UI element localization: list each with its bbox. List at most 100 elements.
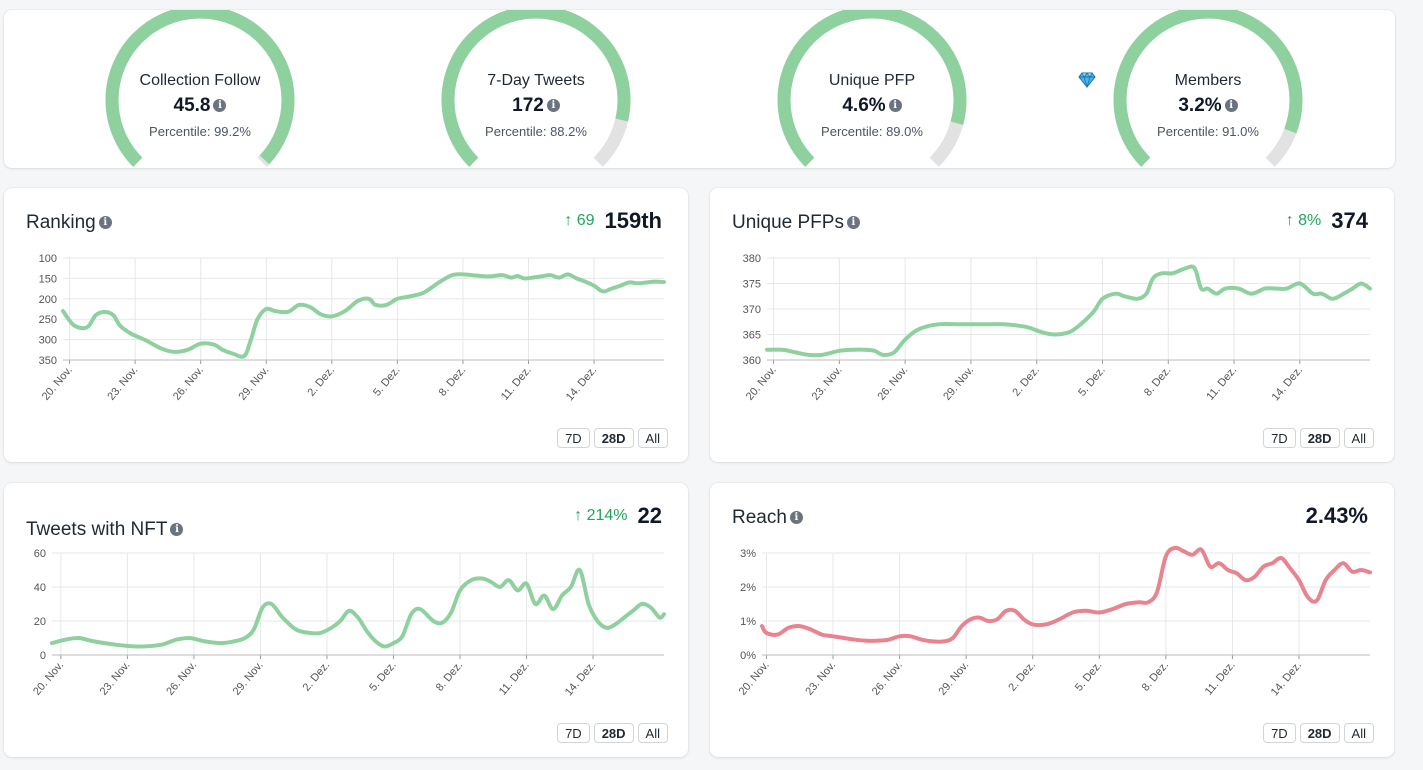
x-tick-label: 14. Dez. [564, 364, 600, 403]
x-tick-label: 14. Dez. [1270, 364, 1306, 403]
x-tick-label: 5. Dez. [1076, 364, 1108, 398]
gauge-percentile: Percentile: 99.2% [149, 124, 251, 139]
x-tick-label: 11. Dez. [1203, 659, 1238, 697]
gauge-members: Members 3.2% i Percentile: 91.0% [1078, 10, 1338, 168]
gauge-value: 45.8 [173, 95, 211, 116]
y-tick-label: 40 [34, 582, 46, 594]
y-tick-label: 150 [39, 273, 57, 285]
x-tick-label: 20. Nov. [40, 364, 75, 402]
info-icon[interactable]: i [546, 99, 560, 113]
y-tick-label: 100 [39, 253, 57, 265]
range-7d-button[interactable]: 7D [557, 723, 590, 743]
gauge-title: 7-Day Tweets [487, 72, 585, 89]
x-tick-label: 5. Dez. [367, 659, 399, 693]
range-28d-button[interactable]: 28D [593, 428, 634, 448]
range-all-button[interactable]: All [1343, 723, 1374, 743]
gauge-title: Members [1078, 72, 1338, 90]
range-selector: 7D 28D All [557, 723, 668, 743]
x-tick-label: 8. Dez. [437, 364, 469, 398]
x-tick-label: 29. Nov. [936, 659, 971, 697]
gauge-unique-pfp: Unique PFP 4.6% i Percentile: 89.0% [742, 10, 1002, 168]
info-icon[interactable]: i [213, 99, 227, 113]
range-28d-button[interactable]: 28D [1299, 428, 1340, 448]
reach-plot: 0% 1% 2% 3% 20. Nov. 23. Nov. 26. Nov. 29. Nov.… [737, 545, 1372, 698]
x-tick-label: 29. Nov. [231, 659, 266, 697]
gauge-percentile: Percentile: 88.2% [485, 124, 587, 139]
x-tick-label: 11. Dez. [499, 364, 534, 402]
gem-icon [1078, 72, 1096, 88]
x-tick-label: 26. Nov. [870, 659, 905, 697]
gauge-7-day-tweets: 7-Day Tweets 172 i Percentile: 88.2% [406, 10, 666, 168]
x-tick-label: 14. Dez. [1269, 659, 1305, 698]
gauge-percentile: Percentile: 89.0% [821, 124, 923, 139]
range-7d-button[interactable]: 7D [1263, 723, 1296, 743]
y-tick-label: 2% [740, 582, 756, 594]
series-line [61, 272, 666, 359]
gauge-summary-card: Collection Follow 45.8 i Percentile: 99.2… [4, 10, 1395, 168]
range-selector: 7D 28D All [1263, 723, 1374, 743]
range-7d-button[interactable]: 7D [1263, 428, 1296, 448]
unique-pfps-plot: 360 365 370 375 380 20. Nov. 23. Nov. 26. Nov. 2… [743, 253, 1372, 403]
x-tick-label: 14. Dez. [563, 659, 599, 698]
x-tick-label: 29. Nov. [237, 364, 272, 402]
y-tick-label: 375 [743, 279, 761, 291]
reach-chart-card: Reach i 2.43% 0% 1% 2% 3% 20. Nov. 23. Nov. 26.… [710, 483, 1394, 757]
y-tick-label: 0 [40, 650, 46, 662]
tweets-plot: 0 20 40 60 20. Nov. 23. Nov. 26. Nov. 29. Nov. 2… [31, 548, 666, 698]
gauge-collection-follow: Collection Follow 45.8 i Percentile: 99.2… [70, 10, 330, 168]
y-tick-label: 0% [740, 650, 756, 662]
x-tick-label: 26. Nov. [171, 364, 206, 402]
x-tick-label: 5. Dez. [1073, 659, 1105, 693]
y-tick-label: 250 [39, 314, 57, 326]
range-28d-button[interactable]: 28D [1299, 723, 1340, 743]
gauge-value: 3.2% [1178, 95, 1222, 116]
x-tick-label: 23. Nov. [810, 364, 845, 402]
y-tick-label: 350 [39, 355, 57, 367]
x-tick-label: 20. Nov. [744, 364, 779, 402]
ranking-chart-card: Ranking i ↑ 69 159th 100 150 200 250 300 350 20.… [4, 188, 688, 462]
x-tick-label: 20. Nov. [737, 659, 772, 697]
x-tick-label: 11. Dez. [1204, 364, 1239, 402]
y-tick-label: 360 [743, 355, 761, 367]
info-icon[interactable]: i [888, 99, 902, 113]
range-all-button[interactable]: All [637, 428, 668, 448]
x-tick-label: 26. Nov. [164, 659, 199, 697]
y-tick-label: 20 [34, 616, 46, 628]
range-all-button[interactable]: All [637, 723, 668, 743]
gauge-percentile: Percentile: 91.0% [1157, 124, 1259, 139]
gauge-title: Collection Follow [139, 72, 261, 89]
x-tick-label: 11. Dez. [497, 659, 532, 697]
range-7d-button[interactable]: 7D [557, 428, 590, 448]
range-selector: 7D 28D All [557, 428, 668, 448]
x-tick-label: 2. Dez. [1010, 364, 1042, 398]
gauge-value: 172 [512, 95, 544, 116]
x-tick-label: 20. Nov. [31, 659, 66, 697]
y-tick-label: 60 [34, 548, 46, 560]
series-line [760, 545, 1372, 644]
x-tick-label: 8. Dez. [1140, 659, 1172, 693]
x-tick-label: 2. Dez. [301, 659, 333, 693]
series-line [765, 264, 1372, 358]
x-tick-label: 23. Nov. [105, 364, 140, 402]
x-tick-label: 5. Dez. [371, 364, 403, 398]
gauge-value: 4.6% [842, 95, 886, 116]
x-tick-label: 29. Nov. [941, 364, 976, 402]
y-tick-label: 365 [743, 330, 761, 342]
x-tick-label: 8. Dez. [434, 659, 466, 693]
y-tick-label: 200 [39, 294, 57, 306]
y-tick-label: 300 [39, 335, 57, 347]
ranking-plot: 100 150 200 250 300 35020. Nov. 23. Nov. 26. No… [39, 253, 666, 403]
y-tick-label: 3% [740, 548, 756, 560]
x-tick-label: 2. Dez. [1006, 659, 1038, 693]
y-tick-label: 1% [740, 616, 756, 628]
unique-pfps-chart-card: Unique PFPs i ↑ 8% 374 360 365 370 375 380 20. … [710, 188, 1394, 462]
range-all-button[interactable]: All [1343, 428, 1374, 448]
x-tick-label: 26. Nov. [875, 364, 910, 402]
series-line [50, 567, 666, 649]
tweets-chart-card: Tweets with NFT i ↑ 214% 22 0 20 40 60 20. Nov… [4, 483, 688, 757]
x-tick-label: 8. Dez. [1142, 364, 1174, 398]
range-28d-button[interactable]: 28D [593, 723, 634, 743]
info-icon[interactable]: i [1224, 99, 1238, 113]
x-tick-label: 23. Nov. [803, 659, 838, 697]
range-selector: 7D 28D All [1263, 428, 1374, 448]
